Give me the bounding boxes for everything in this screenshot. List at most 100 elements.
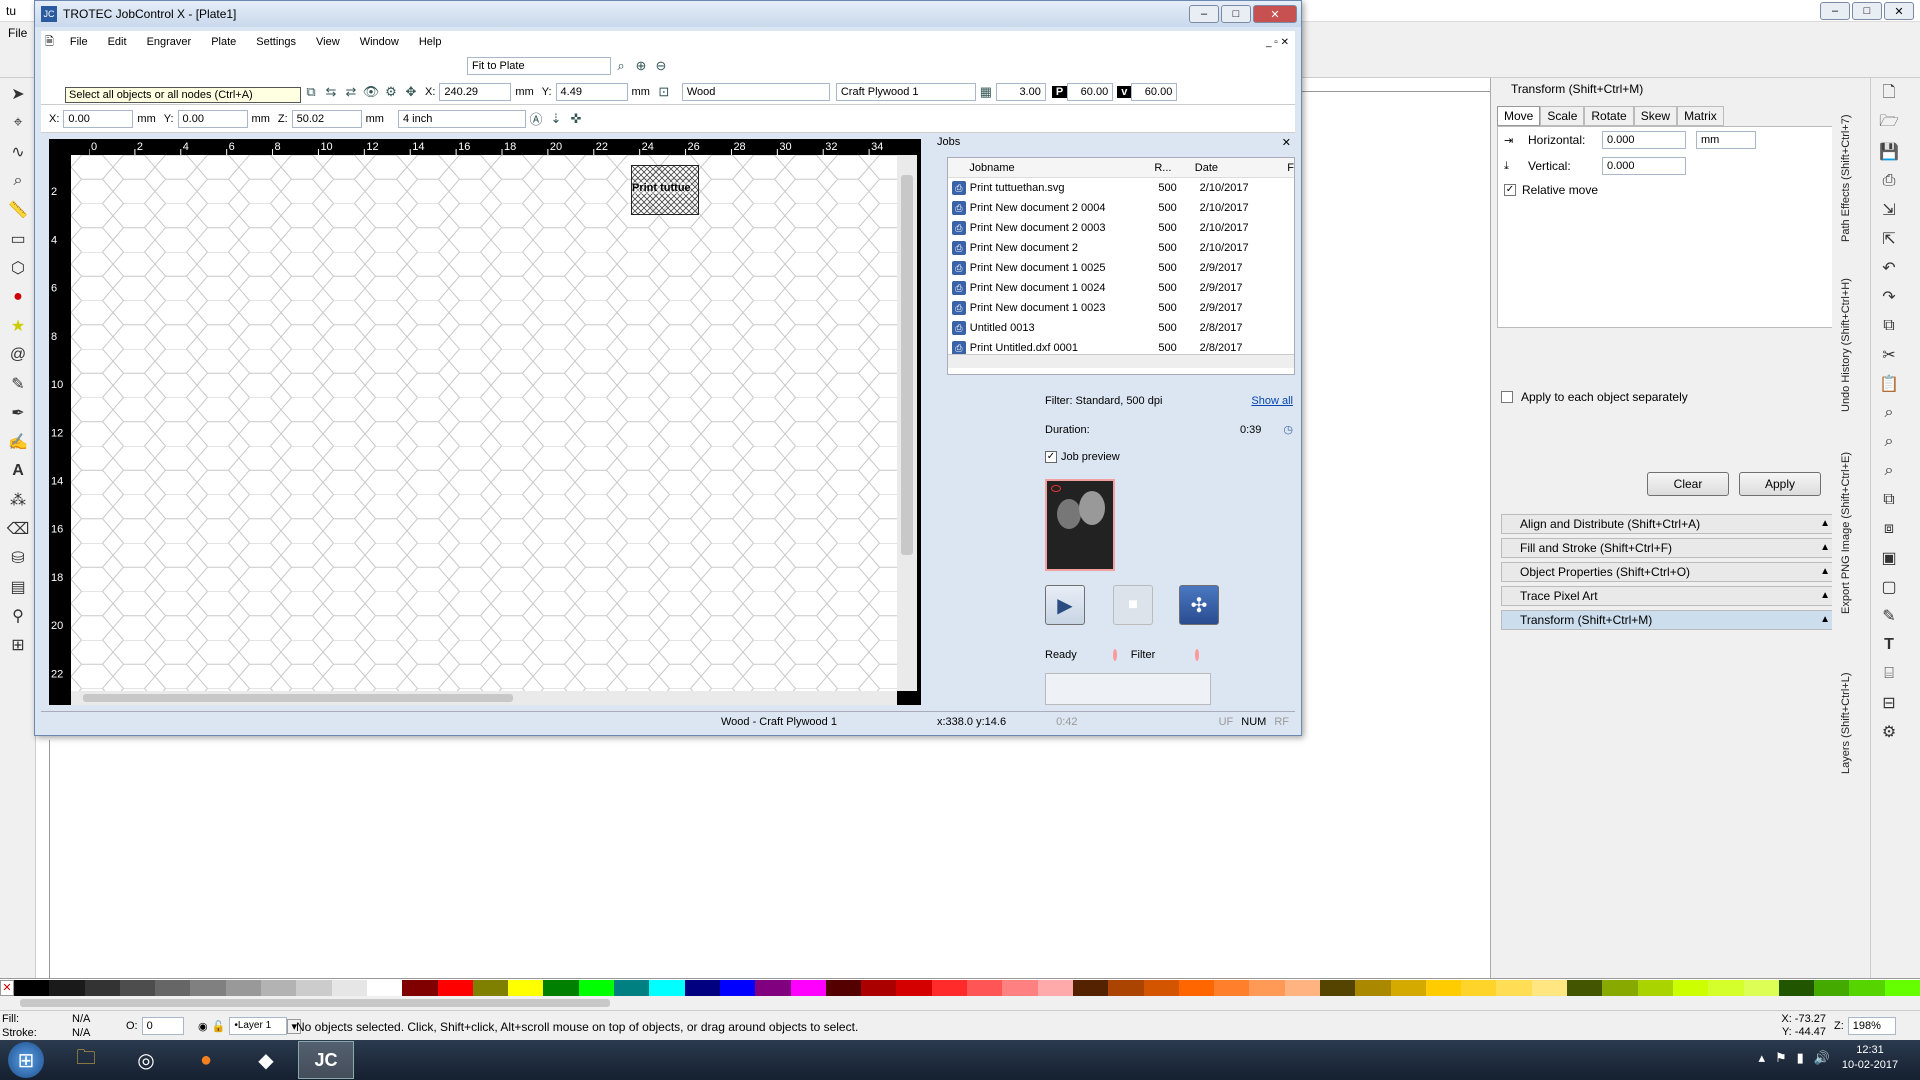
scroll-thumb[interactable]	[20, 999, 610, 1007]
eye-icon[interactable]: 👁	[361, 82, 381, 102]
clear-button[interactable]: Clear	[1647, 472, 1729, 496]
zoom-input[interactable]: 198%	[1847, 1017, 1896, 1035]
table-row[interactable]: ⎙ Print New document 1 0025 500 2/9/2017	[948, 258, 1294, 278]
color-swatch[interactable]	[1567, 979, 1603, 996]
zoom-tool-icon[interactable]: ⌕	[5, 168, 31, 194]
horizontal-input[interactable]: 0.000	[1602, 131, 1686, 149]
unit-select[interactable]: mm	[1696, 131, 1756, 149]
velocity-input[interactable]: 60.00	[1131, 82, 1178, 101]
close-button[interactable]: ✕	[1884, 2, 1914, 20]
color-swatch[interactable]	[225, 979, 262, 996]
paste-icon[interactable]: 📋	[1876, 371, 1902, 397]
dock-trace-pixel-art[interactable]: Trace Pixel Art ▲	[1501, 586, 1837, 606]
cut-icon[interactable]: ✂	[1876, 342, 1902, 368]
color-swatch[interactable]	[931, 979, 968, 996]
color-swatch[interactable]	[331, 979, 367, 996]
color-swatch[interactable]	[1814, 979, 1850, 996]
tray-up-icon[interactable]: ▴	[1758, 1050, 1765, 1066]
spiral-tool-icon[interactable]: @	[5, 342, 31, 368]
job-on-plate[interactable]: Print tuttue	[631, 165, 699, 215]
color-swatch[interactable]	[649, 979, 685, 996]
tab-rotate[interactable]: Rotate	[1584, 106, 1634, 126]
star-tool-icon[interactable]: ★	[5, 313, 31, 339]
inkscape-horizontal-scrollbar[interactable]	[0, 996, 1920, 1010]
color-swatch[interactable]	[1461, 979, 1497, 996]
table-row[interactable]: ⎙ Print tuttuethan.svg 500 2/10/2017	[948, 178, 1294, 198]
menu-edit[interactable]: Edit	[98, 31, 137, 53]
color-swatch[interactable]	[825, 979, 862, 996]
export-icon[interactable]: ⇱	[1876, 226, 1902, 252]
color-swatch[interactable]	[1849, 979, 1885, 996]
color-swatch[interactable]	[190, 979, 226, 996]
xyz-icon[interactable]: ✜	[566, 109, 586, 129]
color-swatch[interactable]	[1037, 979, 1073, 996]
dock-object-properties[interactable]: Object Properties (Shift+Ctrl+O) ▲	[1501, 562, 1837, 582]
color-swatch[interactable]	[614, 979, 650, 996]
minimize-button[interactable]: –	[1189, 5, 1219, 23]
opacity-input[interactable]: 0	[141, 1017, 184, 1035]
fill-stroke-icon[interactable]: ✎	[1876, 603, 1902, 629]
dock-transform[interactable]: Transform (Shift+Ctrl+M) ▲	[1501, 610, 1837, 630]
spray-tool-icon[interactable]: ⁂	[5, 487, 31, 513]
text-tool-icon[interactable]: A	[5, 458, 31, 484]
color-swatch[interactable]	[508, 979, 544, 996]
scroll-thumb[interactable]	[901, 175, 913, 555]
ungroup-icon[interactable]: ▢	[1876, 574, 1902, 600]
color-swatch[interactable]	[684, 979, 720, 996]
apply-each-checkbox[interactable]	[1501, 391, 1513, 403]
minimize-button[interactable]: –	[1820, 2, 1850, 20]
node-tool-icon[interactable]: ⌖	[5, 110, 31, 136]
color-swatch[interactable]	[1637, 979, 1673, 996]
color-swatch[interactable]	[896, 979, 932, 996]
jobs-horizontal-scrollbar[interactable]	[948, 354, 1294, 368]
col-r[interactable]: R...	[1154, 162, 1194, 174]
clock[interactable]: 12:31 10-02-2017	[1840, 1044, 1900, 1071]
color-swatch[interactable]	[1284, 979, 1320, 996]
box3d-tool-icon[interactable]: ⬡	[5, 255, 31, 281]
connector-tool-icon[interactable]: ⊞	[5, 632, 31, 658]
arrange-icon[interactable]: ⇆	[321, 82, 341, 102]
plate-area[interactable]: Print tuttue	[71, 155, 897, 691]
color-swatch[interactable]	[543, 979, 579, 996]
stop-button[interactable]: ■	[1113, 585, 1153, 625]
dock-fill-stroke[interactable]: Fill and Stroke (Shift+Ctrl+F) ▲	[1501, 538, 1837, 558]
color-swatch[interactable]	[14, 979, 50, 996]
tab-undo-history[interactable]: Undo History (Shift+Ctrl+H)	[1840, 246, 1852, 416]
autofocus-icon[interactable]: Ⓐ	[526, 109, 546, 129]
gear-icon[interactable]: ⚙	[381, 82, 401, 102]
zoom-select[interactable]: Fit to Plate	[467, 57, 611, 75]
measure-tool-icon[interactable]: 📏	[5, 197, 31, 223]
open-icon[interactable]: 🗁	[1876, 110, 1902, 136]
layer-select[interactable]: •Layer 1	[229, 1017, 288, 1035]
menu-help[interactable]: Help	[409, 31, 452, 53]
color-swatch[interactable]	[1708, 979, 1744, 996]
table-row[interactable]: ⎙ Print Untitled.dxf 0001 500 2/8/2017	[948, 338, 1294, 354]
maximize-button[interactable]: □	[1852, 2, 1882, 20]
origin-icon[interactable]: ⊡	[654, 82, 674, 102]
menu-window[interactable]: Window	[350, 31, 409, 53]
color-swatch[interactable]	[1319, 979, 1356, 996]
eraser-tool-icon[interactable]: ⌫	[5, 516, 31, 542]
y-input[interactable]: 4.49	[555, 82, 628, 101]
color-swatch[interactable]	[437, 979, 473, 996]
jobcontrol-taskbar-icon[interactable]: JC	[298, 1041, 354, 1079]
apply-button[interactable]: Apply	[1739, 472, 1821, 496]
inkscape-taskbar-icon[interactable]: ◆	[238, 1041, 294, 1079]
vertical-input[interactable]: 0.000	[1602, 157, 1686, 175]
zoom-in-icon[interactable]: ⊕	[631, 56, 651, 76]
dropper-tool-icon[interactable]: ⚲	[5, 603, 31, 629]
close-icon[interactable]: ✕	[1282, 136, 1291, 149]
no-color-swatch[interactable]: ✕	[0, 979, 14, 996]
menu-plate[interactable]: Plate	[201, 31, 246, 53]
color-swatch[interactable]	[790, 979, 826, 996]
ellipse-tool-icon[interactable]: ●	[5, 284, 31, 310]
copy-icon[interactable]: ⧉	[301, 82, 321, 102]
table-row[interactable]: ⎙ Print New document 1 0024 500 2/9/2017	[948, 278, 1294, 298]
color-swatch[interactable]	[84, 979, 120, 996]
network-icon[interactable]: ▮	[1797, 1050, 1804, 1066]
menu-engraver[interactable]: Engraver	[137, 31, 202, 53]
flag-icon[interactable]: ⚑	[1775, 1050, 1787, 1066]
color-swatch[interactable]	[1531, 979, 1568, 996]
explorer-icon[interactable]: 🗀	[58, 1041, 114, 1079]
tab-path-effects[interactable]: Path Effects (Shift+Ctrl+7)	[1840, 86, 1852, 246]
